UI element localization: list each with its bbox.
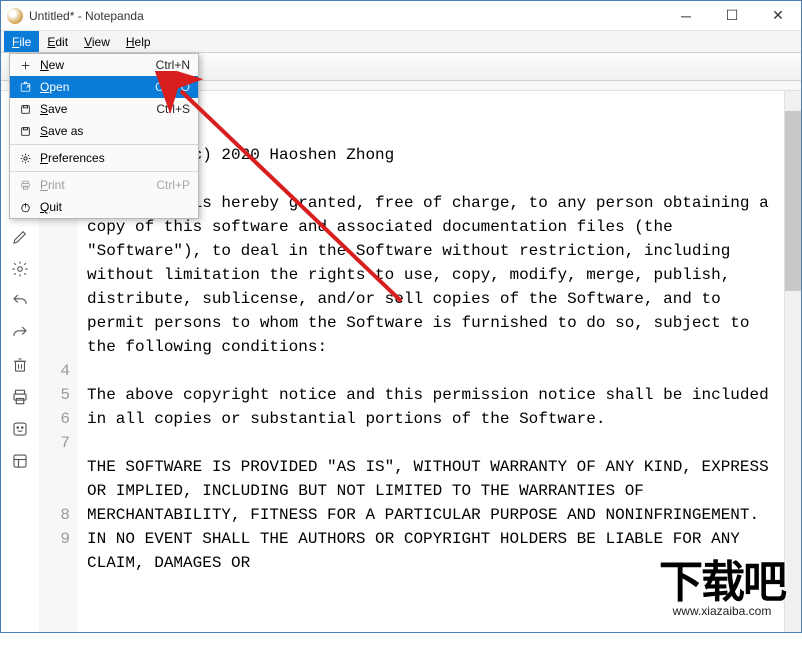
menu-separator [10,144,198,145]
print-icon[interactable] [8,385,32,409]
save-icon [16,125,34,138]
panel-icon[interactable] [8,449,32,473]
plus-icon [16,59,34,72]
menu-save[interactable]: Save Ctrl+S [10,98,198,120]
edit-icon[interactable] [8,225,32,249]
menu-edit[interactable]: Edit [39,31,76,52]
menu-new[interactable]: New Ctrl+N [10,54,198,76]
maximize-button[interactable]: ☐ [709,1,755,30]
trash-icon[interactable] [8,353,32,377]
file-menu-dropdown: New Ctrl+N Open Ctrl+O Save Ctrl+S Save … [9,53,199,219]
close-button[interactable]: ✕ [755,1,801,30]
menu-help[interactable]: Help [118,31,159,52]
settings-icon[interactable] [8,257,32,281]
menu-quit[interactable]: Quit [10,196,198,218]
gear-icon [16,152,34,165]
power-icon [16,201,34,214]
minimize-button[interactable]: ─ [663,1,709,30]
menu-separator [10,171,198,172]
sticker-icon[interactable] [8,417,32,441]
vertical-scrollbar[interactable] [784,91,801,632]
open-icon [16,81,34,94]
undo-icon[interactable] [8,289,32,313]
menu-file[interactable]: File [4,31,39,52]
save-icon [16,103,34,116]
menubar: File Edit View Help [1,31,801,53]
menu-preferences[interactable]: Preferences [10,147,198,169]
window-title: Untitled* - Notepanda [29,9,144,23]
menu-view[interactable]: View [76,31,118,52]
menu-open[interactable]: Open Ctrl+O [10,76,198,98]
print-icon [16,179,34,192]
titlebar: Untitled* - Notepanda ─ ☐ ✕ [1,1,801,31]
menu-save-as[interactable]: Save as [10,120,198,142]
app-icon [7,8,23,24]
redo-icon[interactable] [8,321,32,345]
menu-print[interactable]: Print Ctrl+P [10,174,198,196]
window-controls: ─ ☐ ✕ [663,1,801,30]
scrollbar-thumb[interactable] [785,111,801,291]
